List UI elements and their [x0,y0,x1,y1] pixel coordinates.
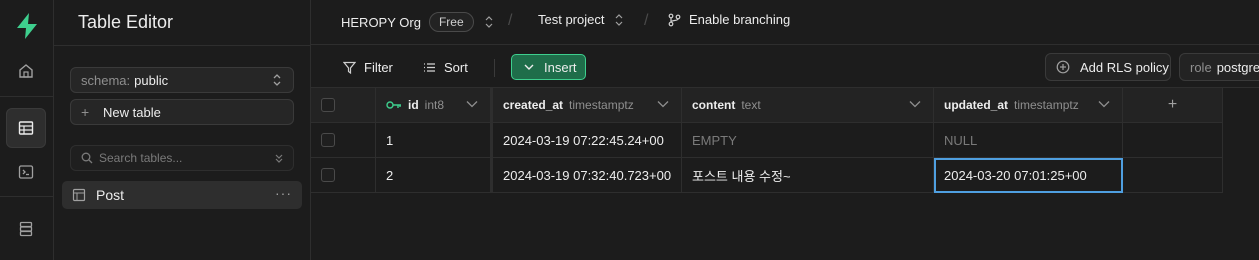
column-name: content [692,98,736,112]
new-table-button[interactable]: + New table [70,99,294,125]
topbar: HEROPY Org Free / Test project / Enable … [311,0,1259,45]
new-table-label: New table [103,104,161,120]
table-row: 2 2024-03-19 07:32:40.723+00 포스트 내용 수정~ … [311,158,1223,193]
sql-editor-icon[interactable] [6,152,46,192]
column-name: updated_at [944,98,1009,112]
chevron-down-icon[interactable] [466,100,478,108]
cell-content[interactable]: EMPTY [682,123,934,158]
cell-empty [1123,158,1223,193]
table-row: 1 2024-03-19 07:22:45.24+00 EMPTY NULL [311,123,1223,158]
chevron-filter-icon[interactable] [273,151,285,165]
sidebar-title: Table Editor [78,12,174,32]
row-select-cell [311,123,376,158]
schema-value: public [134,72,169,88]
select-all-checkbox[interactable] [321,98,335,112]
home-icon[interactable] [6,51,46,91]
table-editor-icon[interactable] [6,108,46,148]
schema-selector[interactable]: schema: public [70,67,294,93]
project-name: Test project [538,12,605,27]
enable-branching-button[interactable]: Enable branching [668,12,790,27]
branching-label: Enable branching [689,12,791,27]
filter-button[interactable]: Filter [343,55,393,79]
cell-created-at[interactable]: 2024-03-19 07:32:40.723+00 [493,158,682,193]
sort-button[interactable]: Sort [423,55,468,79]
breadcrumb-separator: / [644,12,649,29]
table-editor-sidebar: Table Editor schema: public + New table … [54,0,311,260]
schema-label: schema: [81,72,131,88]
org-selector[interactable]: HEROPY Org Free [341,12,494,32]
breadcrumb-separator: / [508,12,513,29]
insert-button[interactable]: Insert [511,54,586,80]
column-header-content[interactable]: content text [682,88,934,123]
grid-header-row: id int8 created_at timestamptz content t… [311,88,1223,123]
row-checkbox[interactable] [321,133,335,147]
chevron-down-icon[interactable] [909,100,921,108]
cell-updated-at[interactable]: NULL [934,123,1123,158]
chevron-updown-icon [485,16,493,28]
table-name: Post [96,187,125,203]
add-column-button[interactable]: + [1123,88,1223,123]
grid-toolbar: Filter Sort Insert Add RLS policy role p… [311,46,1259,88]
cell-created-at[interactable]: 2024-03-19 07:22:45.24+00 [493,123,682,158]
role-selector[interactable]: role postgres [1179,53,1259,81]
column-header-id[interactable]: id int8 [376,88,493,123]
sidebar-table-post[interactable]: Post ··· [62,181,302,209]
cell-empty [1123,123,1223,158]
add-rls-policy-button[interactable]: Add RLS policy [1045,53,1171,81]
plan-badge: Free [428,12,474,32]
table-icon [72,188,86,202]
plus-icon: + [1167,96,1178,113]
database-icon[interactable] [6,209,46,249]
chevron-down-icon [524,64,534,70]
select-all-cell [311,88,376,123]
sort-list-icon [424,62,435,72]
cell-content[interactable]: 포스트 내용 수정~ [682,158,934,193]
filter-icon [343,61,356,74]
role-value: postgres [1216,59,1259,75]
column-header-updated-at[interactable]: updated_at timestamptz [934,88,1123,123]
plus-icon: + [81,104,90,120]
org-name: HEROPY Org [341,14,421,30]
chevron-updown-icon [616,13,623,26]
main-panel: HEROPY Org Free / Test project / Enable … [311,0,1259,260]
sort-label: Sort [444,59,468,75]
more-options-icon[interactable]: ··· [275,185,292,201]
search-tables[interactable] [70,145,294,171]
chevron-down-icon[interactable] [1098,100,1110,108]
role-label: role [1190,59,1212,75]
column-type: text [741,98,761,112]
search-tables-input[interactable] [99,151,269,165]
column-name: created_at [503,98,564,112]
cell-updated-at[interactable]: 2024-03-20 07:01:25+00 [934,158,1123,193]
rls-label: Add RLS policy [1080,59,1169,75]
row-select-cell [311,158,376,193]
cell-id[interactable]: 2 [376,158,493,193]
column-type: timestamptz [569,98,634,112]
column-header-created-at[interactable]: created_at timestamptz [493,88,682,123]
column-type: timestamptz [1014,98,1079,112]
search-icon [81,152,93,164]
column-type: int8 [424,98,445,112]
git-branch-icon [668,13,681,26]
cell-id[interactable]: 1 [376,123,493,158]
row-checkbox[interactable] [321,168,335,182]
project-selector[interactable]: Test project [538,12,624,27]
chevron-down-icon[interactable] [657,100,669,108]
column-name: id [408,98,419,112]
chevron-updown-icon [273,74,281,86]
key-icon [386,101,401,109]
supabase-logo-icon[interactable] [14,12,40,40]
icon-rail [0,0,54,260]
filter-label: Filter [364,59,393,75]
plus-circle-icon [1056,60,1070,74]
insert-label: Insert [544,59,577,75]
